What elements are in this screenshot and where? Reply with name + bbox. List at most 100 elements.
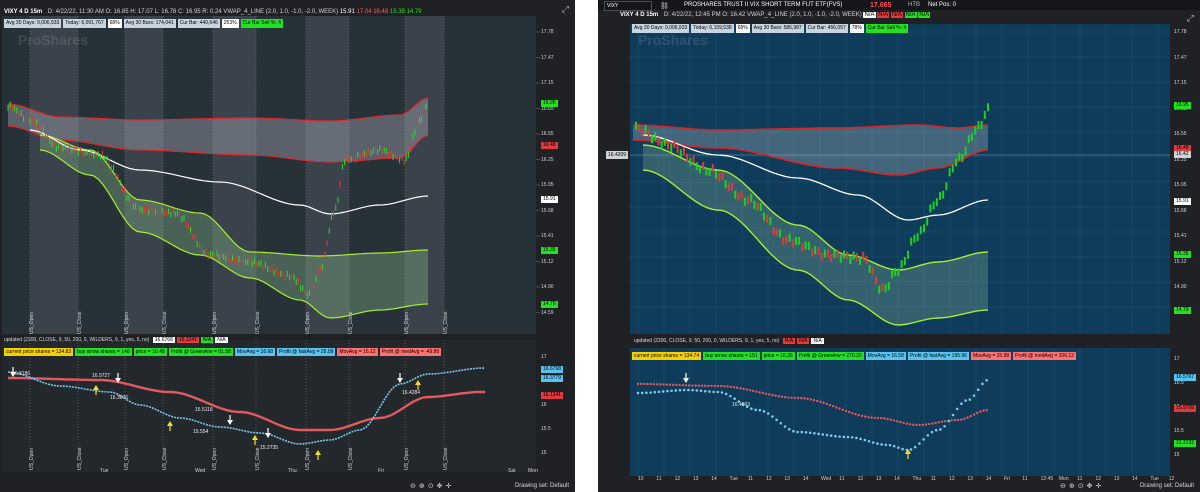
price-candle (782, 237, 785, 246)
med-avg-dot (828, 403, 832, 407)
price-candle (727, 183, 730, 192)
expand-icon[interactable]: ⤢ (1187, 13, 1194, 24)
fast-avg-dot (691, 388, 694, 392)
zoom-icon[interactable]: ⊙ (428, 483, 437, 490)
fast-avg-dot (758, 408, 762, 412)
time-axis-label: 14 (894, 476, 900, 482)
price-axis-label: 14.59 (541, 309, 554, 316)
study-value-label: current price shares = 134.83 (4, 348, 74, 356)
left-price-chart[interactable]: 16.8186 16.9727 16.3876 15.5118 15.554 15.273… (0, 0, 575, 492)
expand-icon[interactable]: ⤢ (562, 4, 569, 15)
right-price-chart[interactable]: 16.4503 (598, 0, 1200, 492)
med-avg-dot (784, 395, 787, 399)
price-candle (737, 192, 740, 201)
stat-chip: 253% (221, 19, 239, 28)
fast-avg-dot (943, 424, 946, 428)
zoom-out-icon[interactable]: ⊖ (1060, 483, 1069, 490)
med-avg-dot (752, 389, 755, 393)
price-candle (935, 198, 938, 207)
price-annotation: 16.3876 (110, 395, 128, 401)
status-value: 16.6768 (152, 337, 175, 343)
med-avg-dot (704, 384, 707, 388)
fast-avg-dot (720, 391, 724, 394)
price-axis-label: 17 (541, 354, 547, 360)
price-candle (951, 164, 954, 173)
fast-avg-dot (821, 433, 825, 436)
stat-chip: Cur Bar: 456,057 (805, 24, 848, 33)
study-value-label: Profit @ fastAvg = 28.09 (277, 348, 336, 356)
time-axis-label: Thu (912, 476, 922, 482)
symbol-label[interactable]: VIXY 4 D 15m (4, 9, 42, 15)
med-avg-dot (688, 384, 691, 387)
vwap-study-label[interactable]: VWAP_4_LINE (2.0, 1.0, -1.0, -2.0, WEEK) (747, 12, 862, 18)
price-candle (836, 250, 839, 259)
fast-avg-dot (666, 389, 669, 393)
time-axis-label: Fri (1004, 476, 1010, 482)
time-axis-label: Thu (288, 468, 297, 474)
med-avg-dot (867, 416, 870, 419)
fast-avg-dot (913, 445, 917, 449)
right-chart-window: 16.4503 VIXY ⛓ PROSHARES TRUST II VIX SH… (598, 0, 1200, 492)
fast-avg-dot (636, 391, 640, 395)
fast-avg-dot (926, 434, 930, 437)
chart-toolbar: ⊖⊕⊙✥✛ (1060, 482, 1104, 490)
price-candle (897, 268, 900, 277)
price-candle (916, 233, 919, 242)
session-label: US_Open (124, 448, 130, 470)
med-avg-dot (912, 423, 915, 426)
price-candle (660, 141, 663, 150)
fast-avg-dot (670, 389, 673, 393)
price-candle (801, 243, 804, 252)
pan-icon[interactable]: ✥ (437, 483, 446, 490)
zoom-out-icon[interactable]: ⊖ (410, 483, 419, 490)
price-axis-label: 17.47 (1174, 54, 1187, 61)
drawing-set-selector[interactable]: Drawing set: Default (1140, 483, 1194, 489)
bar-date: D: 4/22/22, 11:30 AM (47, 9, 104, 15)
fast-avg-dot (960, 402, 963, 406)
time-axis-label: Wed (821, 476, 832, 482)
zoom-icon[interactable]: ⊙ (1078, 483, 1087, 490)
study-status-values: 16.6768 16.1241 N/A N/A (151, 337, 228, 343)
fast-avg-dot (762, 410, 766, 413)
price-candle (775, 228, 778, 237)
med-avg-dot (950, 419, 953, 422)
med-avg-dot (966, 416, 969, 419)
pan-icon[interactable]: ✥ (1087, 483, 1096, 490)
study-status-values: N/A N/A N/A (781, 338, 824, 344)
zoom-in-icon[interactable]: ⊕ (419, 483, 428, 490)
crosshair-icon[interactable]: ✛ (446, 483, 455, 490)
watermark-logo: ProShares (638, 32, 709, 48)
fast-avg-dot (674, 389, 678, 392)
fast-avg-dot (729, 394, 732, 398)
fast-avg-dot (640, 391, 644, 395)
price-candle (699, 165, 701, 174)
symbol-input[interactable]: VIXY (604, 1, 652, 11)
med-avg-dot (976, 411, 979, 415)
price-candle (827, 249, 829, 258)
vwap-study-label[interactable]: VWAP_4_LINE (2.0, 1.0, -1.0, -2.0, WEEK) (223, 9, 338, 15)
study-status: updated (2300, CLOSE, 9, 50, 200, 0, WIL… (4, 337, 228, 343)
med-avg-dot (921, 423, 924, 427)
price-candle (638, 124, 641, 133)
fast-avg-dot (682, 388, 686, 392)
fast-avg-dot (947, 419, 951, 423)
fast-avg-dot (955, 407, 959, 411)
fast-avg-dot (817, 432, 820, 436)
price-candle (939, 191, 941, 200)
price-candle (964, 146, 967, 155)
price-candle (823, 249, 826, 258)
price-candle (868, 264, 871, 273)
zoom-in-icon[interactable]: ⊕ (1069, 483, 1078, 490)
drawing-set-selector[interactable]: Drawing set: Default (515, 483, 569, 489)
link-icon[interactable]: ⛓ (660, 2, 669, 10)
fast-avg-dot (871, 441, 875, 444)
symbol-label[interactable]: VIXY 4 D 15m (620, 12, 658, 18)
study-value-label: Profit @ medAvg = -49.86 (379, 348, 442, 356)
session-label: US_Open (29, 312, 35, 334)
med-avg-dot (691, 384, 694, 387)
price-candle (926, 217, 929, 226)
med-avg-dot (720, 384, 723, 388)
crosshair-icon[interactable]: ✛ (1096, 483, 1105, 490)
price-candle (721, 171, 724, 180)
price-candle (878, 285, 881, 294)
